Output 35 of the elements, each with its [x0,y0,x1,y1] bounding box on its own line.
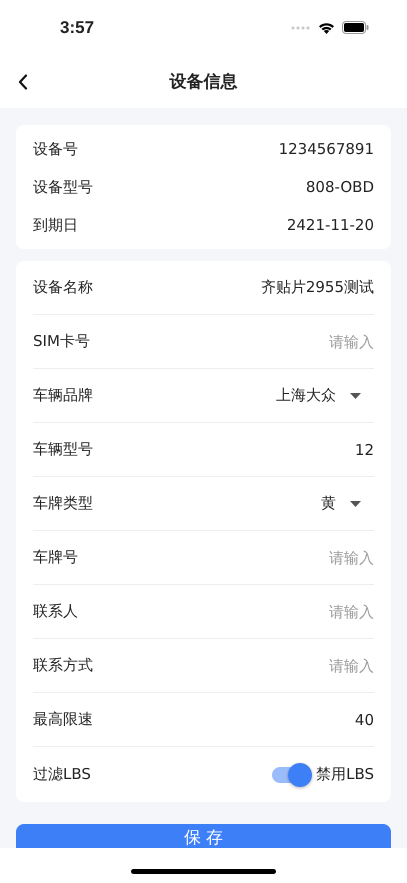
info-value: 808-OBD [306,178,374,196]
input-field[interactable]: 请输入 [244,548,374,566]
select-field[interactable]: 黄 [321,494,374,513]
info-label: 到期日 [33,216,78,234]
field-label: 设备名称 [33,278,93,297]
status-time: 3:57 [60,18,94,38]
toggle-label: 禁用LBS [316,765,374,784]
field-label: 车牌类型 [33,494,93,513]
select-field[interactable]: 上海大众 [276,386,374,405]
info-label: 设备号 [33,140,78,158]
info-label: 设备型号 [33,178,93,196]
info-value: 2421-11-20 [286,216,374,234]
field-value[interactable]: 40 [354,710,374,728]
field-label: 过滤LBS [33,765,91,784]
wifi-icon [318,22,335,34]
field-label: 车辆型号 [33,440,93,459]
field-value[interactable]: 齐贴片2955测试 [260,278,374,297]
field-label: 车辆品牌 [33,386,93,405]
input-field[interactable]: 请输入 [244,332,374,350]
signal-icon [291,26,311,30]
field-label: 联系人 [33,602,78,621]
field-label: 车牌号 [33,548,78,567]
input-field[interactable]: 请输入 [244,602,374,620]
input-field[interactable]: 请输入 [244,656,374,674]
page-title: 设备信息 [170,71,238,93]
save-button[interactable]: 保 存 [16,824,391,849]
field-label: 最高限速 [33,710,93,729]
battery-icon [342,21,369,34]
caret-icon [350,500,361,506]
field-label: 联系方式 [33,656,93,675]
caret-icon [350,392,361,398]
info-value: 1234567891 [278,140,374,158]
back-icon[interactable] [18,74,28,90]
field-value[interactable]: 12 [354,440,374,458]
field-label: SIM卡号 [33,332,90,351]
